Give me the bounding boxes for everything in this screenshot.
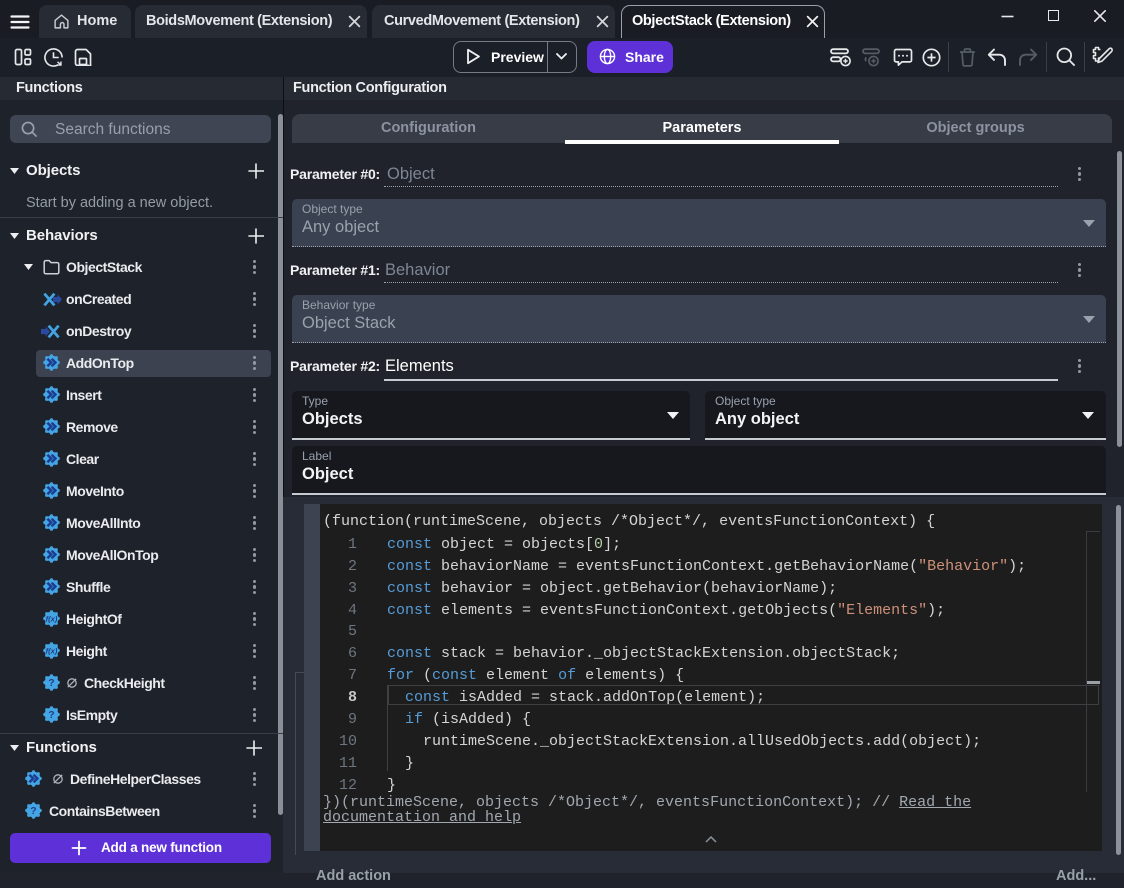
svg-text:?: ? — [48, 677, 54, 689]
svg-text:f(x): f(x) — [46, 614, 58, 623]
svg-text:?: ? — [30, 805, 36, 817]
svg-text:?: ? — [48, 709, 54, 721]
svg-text:f(x): f(x) — [46, 646, 58, 655]
